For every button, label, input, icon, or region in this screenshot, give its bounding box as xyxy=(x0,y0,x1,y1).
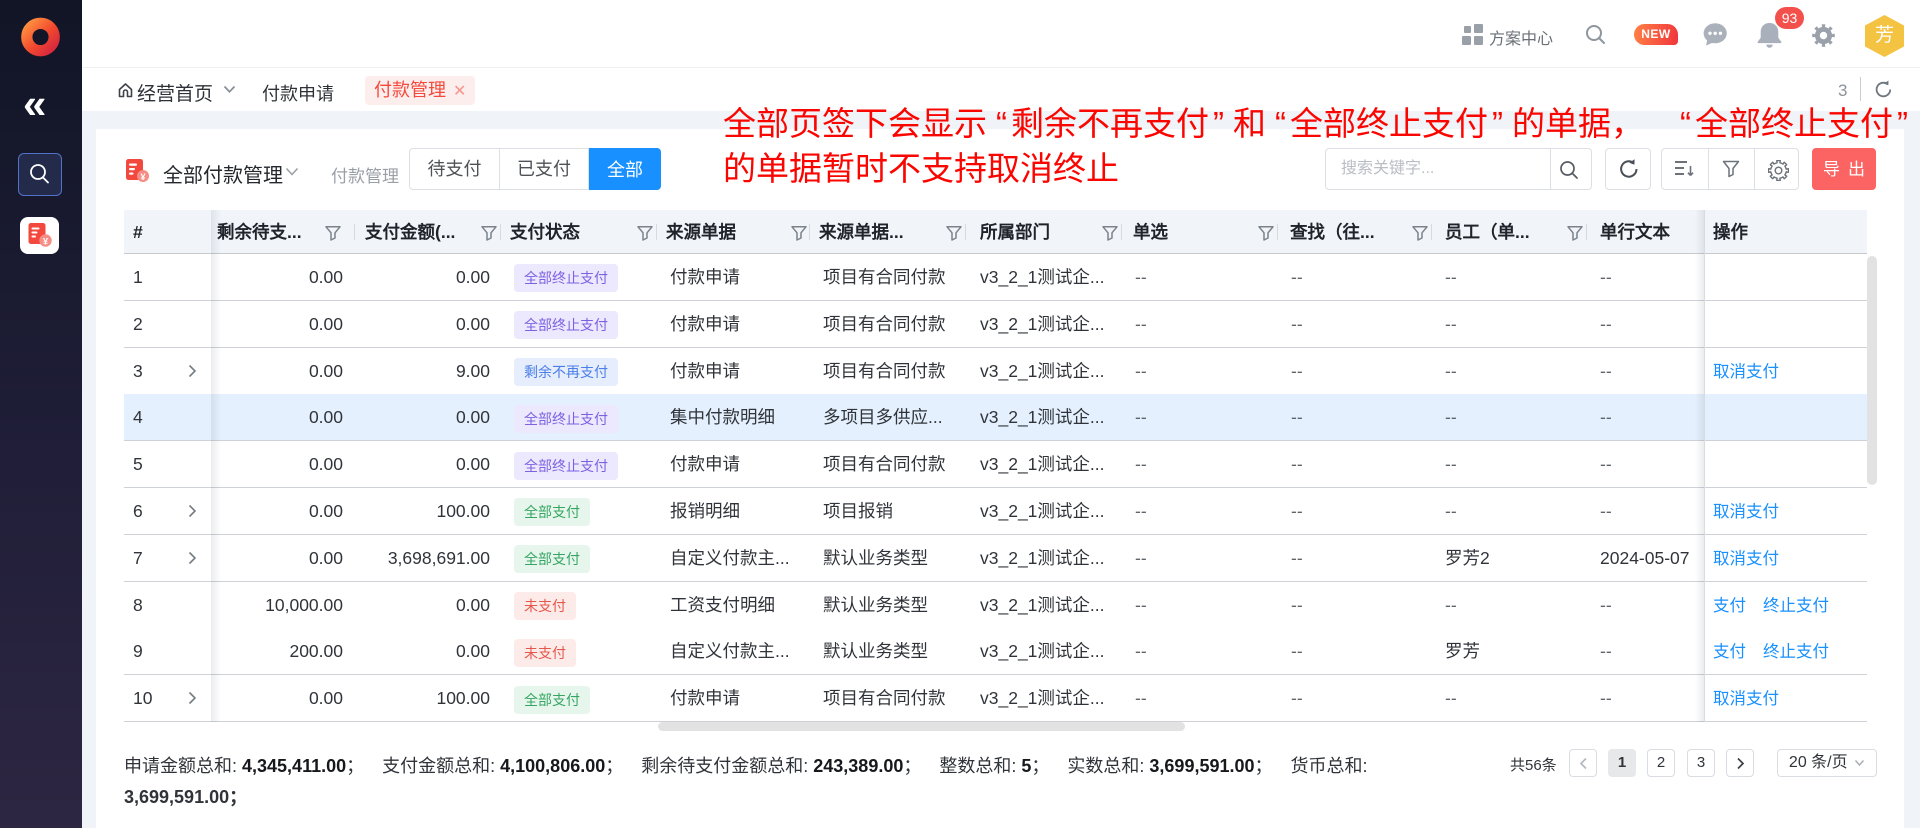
svg-text:¥: ¥ xyxy=(140,172,145,182)
svg-text:¥: ¥ xyxy=(43,237,48,247)
